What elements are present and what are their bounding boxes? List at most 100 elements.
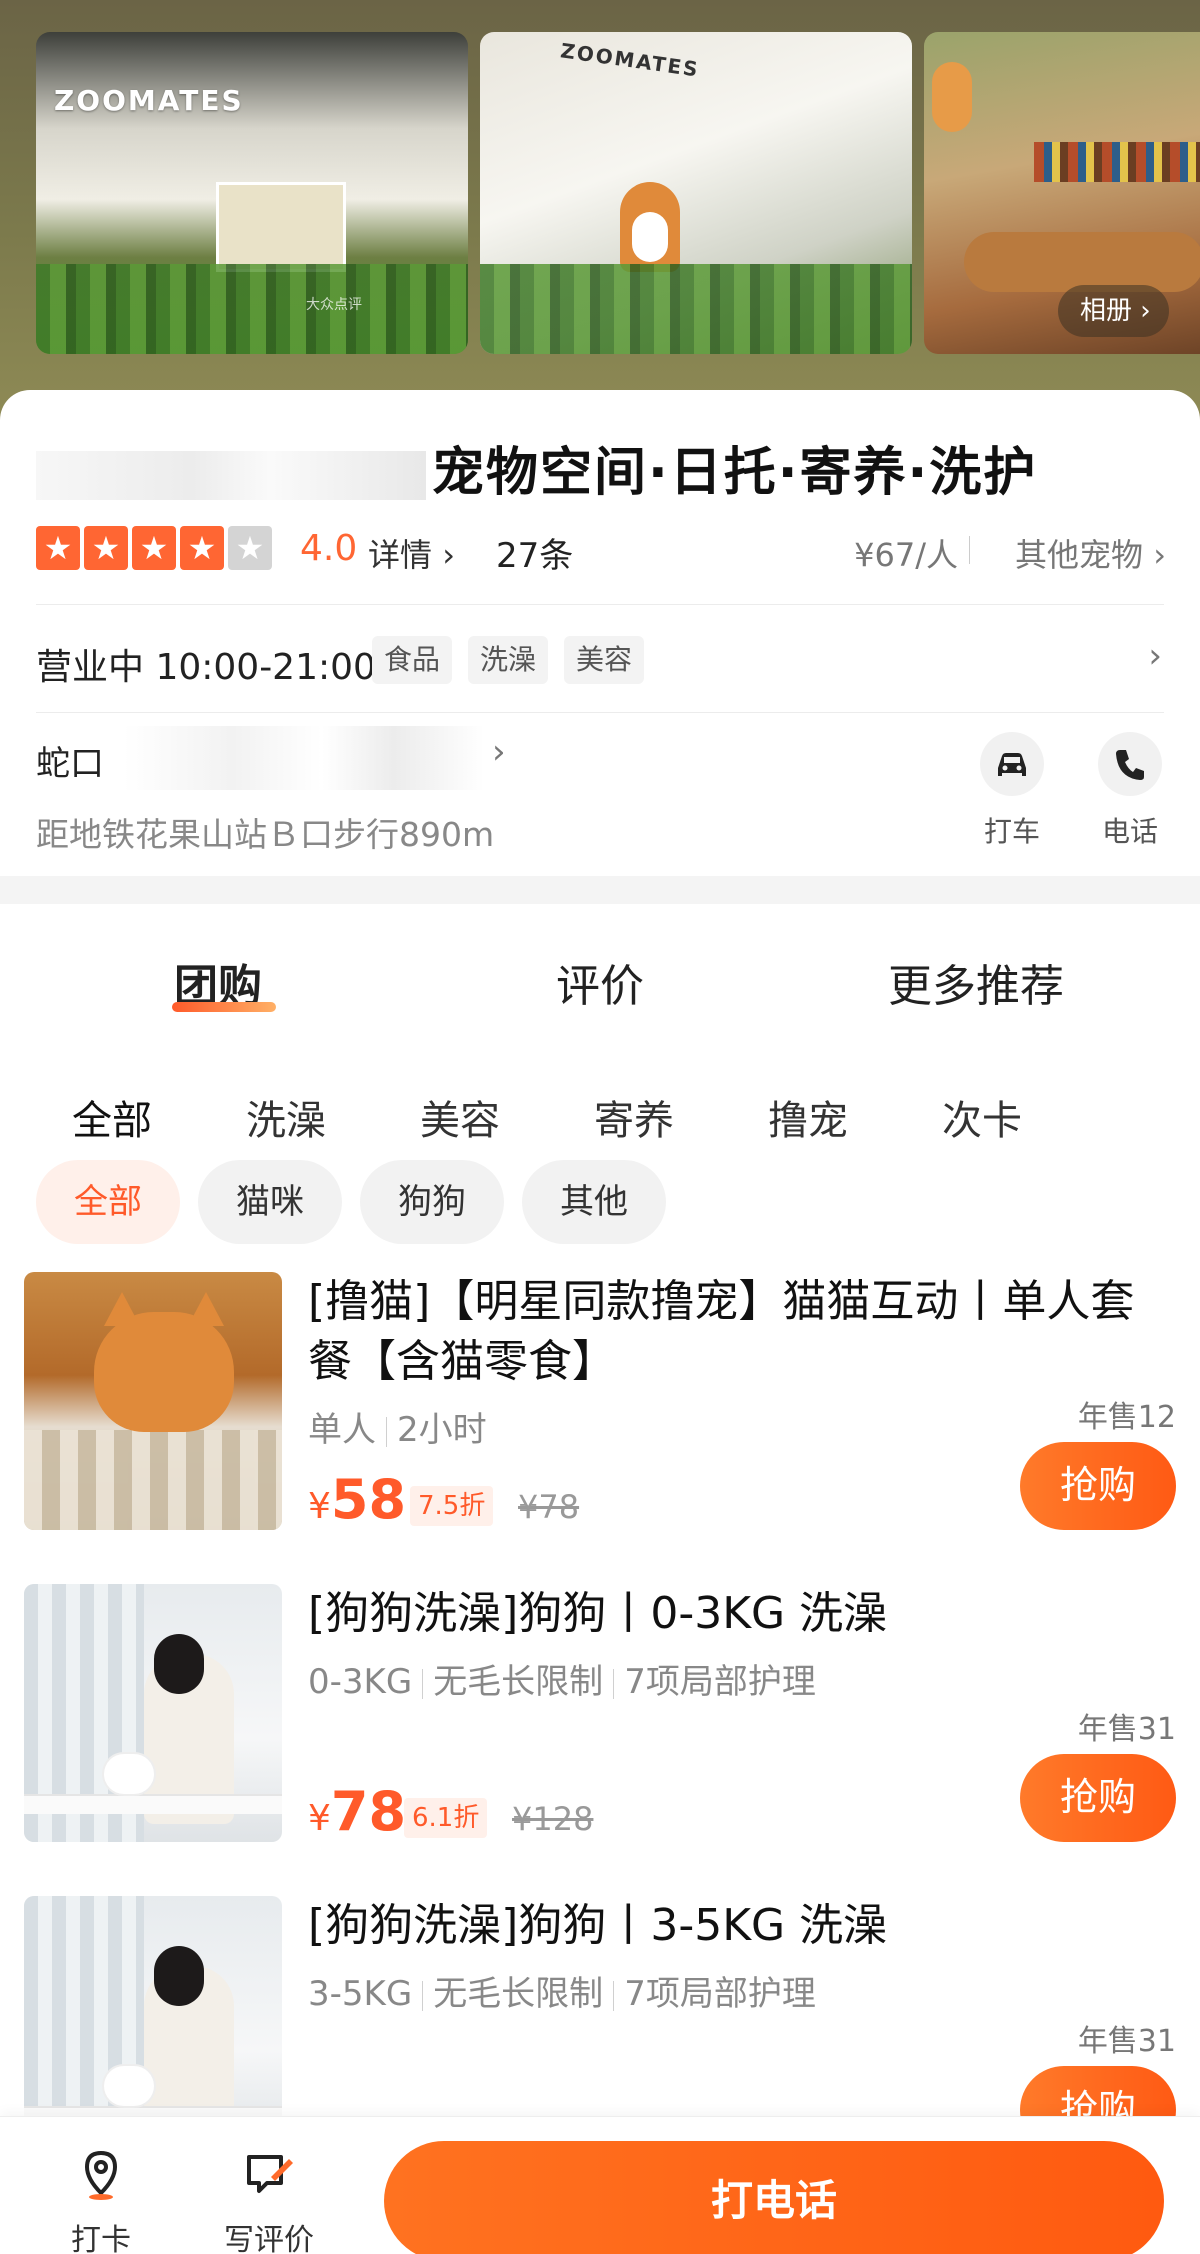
entrance-plants (480, 264, 912, 354)
divider (422, 1980, 424, 2011)
album-button[interactable]: 相册 › (1058, 285, 1169, 337)
tab-more-recommendations[interactable]: 更多推荐 (888, 950, 1064, 1014)
shop-photo-storefront[interactable]: ZOOMATES 大众点评 (36, 32, 468, 354)
call-button[interactable]: 打电话 (384, 2141, 1164, 2254)
storefront-sign: ZOOMATES (54, 84, 244, 117)
annual-sales: 年售12 (1077, 1400, 1176, 1435)
cat-face (94, 1292, 234, 1432)
category-pet-cuddle[interactable]: 撸宠 (768, 1088, 848, 1146)
deal-spec: 无毛长限制 (433, 1662, 604, 1702)
chevron-right-icon: › (492, 732, 506, 772)
tag-food: 食品 (372, 636, 453, 684)
category-link[interactable]: 其他宠物 › (1015, 530, 1166, 576)
phone-label: 电话 (1101, 815, 1158, 848)
deal-spec: 无毛长限制 (433, 1974, 604, 2014)
deal-specs: 3-5KG 无毛长限制 7项局部护理 (308, 1966, 816, 2015)
deal-spec: 单人 (308, 1410, 376, 1450)
review-count[interactable]: 27条 (496, 528, 573, 577)
original-price: ¥78 (518, 1488, 580, 1526)
taxi-label: 打车 (983, 815, 1040, 848)
garden-plants (36, 264, 468, 354)
deal-price: ¥78 (308, 1780, 406, 1843)
rating-row[interactable]: ★ ★ ★ ★ ★ 4.0 详情 › 27条 ¥67/人 其他宠物 › (36, 524, 1166, 576)
chip-dogs[interactable]: 狗狗 (360, 1160, 504, 1244)
chip-cats[interactable]: 猫咪 (198, 1160, 342, 1244)
address-text: 蛇口 (36, 744, 104, 784)
groomer-hair (154, 1634, 204, 1694)
deal-specs: 单人 2小时 (308, 1402, 487, 1451)
album-label: 相册 (1080, 296, 1133, 326)
currency-symbol: ¥ (308, 1798, 331, 1839)
address-row[interactable]: 蛇口 › 距地铁花果山站Ｂ口步行890m 打车 电话 (36, 726, 1166, 866)
taxi-button[interactable]: 打车 (976, 732, 1048, 850)
chevron-right-icon: › (432, 536, 455, 574)
wooden-table (964, 232, 1200, 292)
write-review-icon (241, 2147, 297, 2203)
grooming-table (24, 1794, 282, 1814)
deal-item[interactable]: [狗狗洗澡]狗狗丨0-3KG 洗澡 0-3KG 无毛长限制 7项局部护理 年售31 … (0, 1584, 1200, 1884)
deal-spec: 3-5KG (308, 1974, 413, 2014)
deal-title: [狗狗洗澡]狗狗丨0-3KG 洗澡 (308, 1588, 888, 1639)
location-pin-icon (73, 2147, 129, 2203)
groomer-hair (154, 1946, 204, 2006)
tab-reviews[interactable]: 评价 (556, 950, 644, 1014)
buy-button[interactable]: 抢购 (1020, 1754, 1176, 1842)
deal-specs: 0-3KG 无毛长限制 7项局部护理 (308, 1654, 816, 1703)
deal-price: ¥58 (308, 1468, 406, 1531)
pet-type-chips: 全部 猫咪 狗狗 其他 (0, 1156, 1200, 1246)
detail-label: 详情 (368, 536, 433, 574)
business-hours-row[interactable]: 营业中 10:00-21:00 食品 洗澡 美容 › (36, 630, 1166, 690)
photo-watermark: 大众点评 (306, 297, 362, 313)
car-icon (980, 732, 1044, 796)
photo-gallery: ZOOMATES 大众点评 ZOOMATES 相册 › (0, 0, 1200, 420)
rating-score: 4.0 (300, 528, 358, 569)
active-tab-indicator (172, 1002, 276, 1012)
category-bath[interactable]: 洗澡 (246, 1088, 326, 1146)
rating-detail-link[interactable]: 详情 › (368, 530, 455, 576)
checkin-label: 打卡 (71, 2223, 131, 2254)
category-all[interactable]: 全部 (72, 1088, 152, 1146)
divider (613, 1668, 615, 1699)
divider (36, 604, 1164, 605)
shop-title: 宠物空间·日托·寄养·洗护 (36, 430, 1176, 500)
divider (36, 712, 1164, 713)
shop-detail-page: ZOOMATES 大众点评 ZOOMATES 相册 › 宠物空间·日托·寄养·洗… (0, 0, 1200, 2254)
category-pass[interactable]: 次卡 (942, 1088, 1022, 1146)
redacted-area (124, 726, 484, 790)
deal-title: [狗狗洗澡]狗狗丨3-5KG 洗澡 (308, 1900, 888, 1951)
checkin-button[interactable]: 打卡 (46, 2147, 156, 2254)
star-icon: ★ (132, 526, 176, 570)
buy-button[interactable]: 抢购 (1020, 1442, 1176, 1530)
deal-spec: 2小时 (397, 1410, 487, 1450)
phone-button[interactable]: 电话 (1094, 732, 1166, 850)
divider (386, 1416, 387, 1447)
storefront-door (216, 182, 346, 272)
deal-spec: 0-3KG (308, 1662, 413, 1702)
chip-all[interactable]: 全部 (36, 1160, 180, 1244)
section-gap (0, 876, 1200, 904)
write-review-button[interactable]: 写评价 (214, 2147, 324, 2254)
blanket (24, 1430, 282, 1530)
category-grooming[interactable]: 美容 (420, 1088, 500, 1146)
deal-item[interactable]: [撸猫]【明星同款撸宠】猫猫互动丨单人套餐【含猫零食】 单人 2小时 年售12 ¥… (0, 1272, 1200, 1572)
business-hours: 营业中 10:00-21:00 (36, 647, 376, 688)
currency-symbol: ¥ (308, 1486, 331, 1527)
original-price: ¥128 (512, 1800, 594, 1838)
discount-badge: 6.1折 (404, 1798, 488, 1838)
deal-thumbnail-cat (24, 1272, 282, 1530)
chip-other[interactable]: 其他 (522, 1160, 666, 1244)
chevron-right-icon: › (1143, 536, 1166, 574)
phone-icon (1098, 732, 1162, 796)
star-icon: ★ (180, 526, 224, 570)
bookshelf (1034, 142, 1200, 182)
category-boarding[interactable]: 寄养 (594, 1088, 674, 1146)
deal-spec: 7项局部护理 (624, 1662, 816, 1702)
chevron-right-icon: › (1140, 296, 1151, 326)
divider (422, 1668, 424, 1699)
deal-thumbnail-dog-bath (24, 1584, 282, 1842)
deal-spec: 7项局部护理 (624, 1974, 816, 2014)
tag-bath: 洗澡 (468, 636, 549, 684)
shop-photo-entrance[interactable]: ZOOMATES (480, 32, 912, 354)
star-empty-icon: ★ (228, 526, 272, 570)
category-label: 其他宠物 (1015, 536, 1144, 574)
